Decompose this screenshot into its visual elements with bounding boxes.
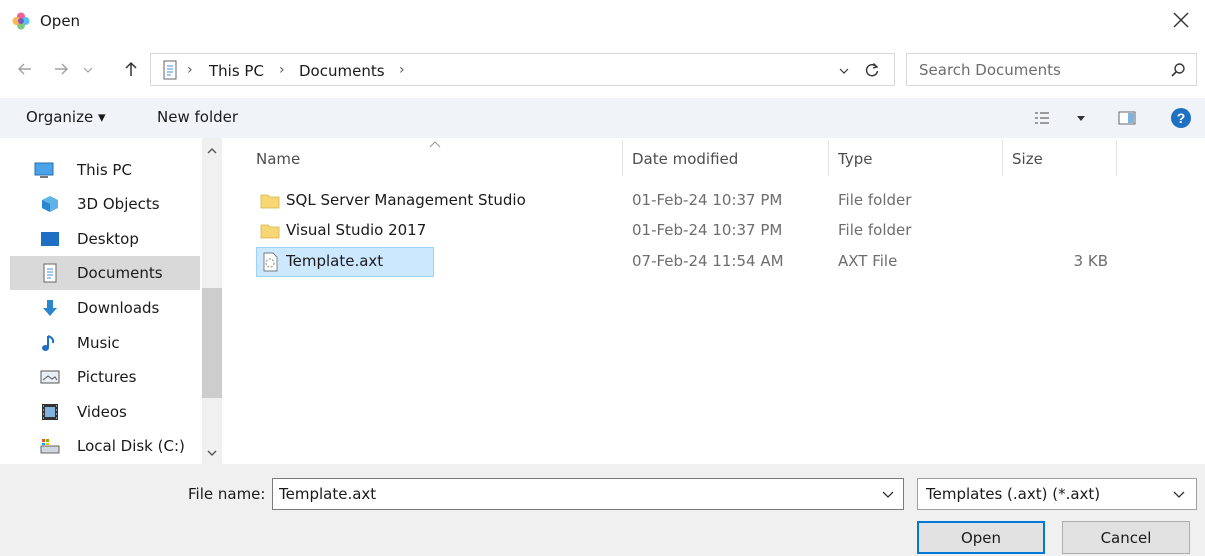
bottom-pane: File name: Templates (.axt) (*.axt) Open… xyxy=(0,464,1205,556)
nav-item-desktop[interactable]: Desktop xyxy=(10,222,200,256)
file-name: Template.axt xyxy=(286,252,384,270)
column-divider[interactable] xyxy=(1002,140,1003,176)
command-toolbar: Organize ▾ New folder ? xyxy=(0,98,1205,138)
nav-item-documents[interactable]: Documents xyxy=(10,256,200,290)
file-row-selected[interactable]: Template.axt 07-Feb-24 11:54 AM AXT File… xyxy=(256,247,1136,277)
breadcrumb-separator: › xyxy=(279,62,285,78)
navigation-pane: This PC 3D Objects Desktop Documents Dow… xyxy=(0,138,222,464)
view-details-icon[interactable] xyxy=(1034,110,1050,126)
drive-icon xyxy=(40,439,60,454)
nav-item-local-disk[interactable]: Local Disk (C:) xyxy=(10,429,200,463)
file-date: 01-Feb-24 10:37 PM xyxy=(632,221,783,239)
up-arrow-icon[interactable] xyxy=(122,60,140,78)
nav-scrollbar-thumb[interactable] xyxy=(202,288,222,398)
open-button[interactable]: Open xyxy=(917,521,1045,554)
nav-item-downloads[interactable]: Downloads xyxy=(10,291,200,325)
nav-item-videos[interactable]: Videos xyxy=(10,395,200,429)
nav-item-music[interactable]: Music xyxy=(10,326,200,360)
file-type: File folder xyxy=(838,191,912,209)
nav-item-label: Local Disk (C:) xyxy=(77,437,185,455)
nav-item-pictures[interactable]: Pictures xyxy=(10,360,200,394)
back-arrow-icon[interactable] xyxy=(16,60,34,78)
search-input[interactable]: Search Documents xyxy=(906,53,1197,86)
window-title: Open xyxy=(40,12,81,30)
address-row: › This PC › Documents › Search Documents xyxy=(0,50,1205,90)
help-icon[interactable]: ? xyxy=(1170,107,1192,129)
filter-dropdown-chevron-icon xyxy=(1173,491,1185,498)
column-header-type[interactable]: Type xyxy=(838,150,872,168)
file-row[interactable]: Visual Studio 2017 01-Feb-24 10:37 PM Fi… xyxy=(256,216,1136,246)
file-type-filter-label: Templates (.axt) (*.axt) xyxy=(926,485,1101,503)
nav-item-label: Downloads xyxy=(77,299,160,317)
breadcrumb-this-pc[interactable]: This PC xyxy=(209,62,264,80)
nav-item-label: Pictures xyxy=(77,368,137,386)
svg-text:?: ? xyxy=(1177,110,1186,126)
nav-item-label: 3D Objects xyxy=(77,195,160,213)
nav-item-label: Desktop xyxy=(77,230,139,248)
title-bar: Open xyxy=(0,0,1205,42)
file-size: 3 KB xyxy=(1073,252,1108,270)
refresh-icon[interactable] xyxy=(863,61,881,79)
file-type: AXT File xyxy=(838,252,898,270)
close-icon[interactable] xyxy=(1169,8,1193,32)
nav-item-this-pc[interactable]: This PC xyxy=(10,153,200,187)
nav-item-label: Music xyxy=(77,334,120,352)
computer-icon xyxy=(34,162,54,178)
scroll-up-chevron-icon[interactable] xyxy=(206,146,218,156)
breadcrumb-separator: › xyxy=(399,62,405,78)
folder-icon xyxy=(260,224,280,239)
file-type: File folder xyxy=(838,221,912,239)
new-folder-button[interactable]: New folder xyxy=(157,108,238,126)
search-icon[interactable] xyxy=(1170,62,1186,78)
cube-icon xyxy=(42,196,58,212)
file-name-dropdown-chevron-icon[interactable] xyxy=(878,484,898,504)
folder-icon xyxy=(260,194,280,209)
film-icon xyxy=(42,404,58,420)
documents-icon xyxy=(43,263,57,283)
breadcrumb-separator: › xyxy=(187,62,193,78)
breadcrumb-documents[interactable]: Documents xyxy=(299,62,385,80)
app-logo-icon xyxy=(12,12,30,30)
nav-item-3d-objects[interactable]: 3D Objects xyxy=(10,187,200,221)
column-header-size[interactable]: Size xyxy=(1012,150,1043,168)
cancel-button[interactable]: Cancel xyxy=(1062,521,1190,554)
file-row[interactable]: SQL Server Management Studio 01-Feb-24 1… xyxy=(256,186,1136,216)
documents-location-icon xyxy=(163,60,177,80)
file-date: 07-Feb-24 11:54 AM xyxy=(632,252,784,270)
file-name-input[interactable] xyxy=(272,478,904,510)
file-date: 01-Feb-24 10:37 PM xyxy=(632,191,783,209)
nav-item-label: This PC xyxy=(77,161,132,179)
pictures-icon xyxy=(40,370,60,384)
file-list: Name Date modified Type Size SQL Server … xyxy=(222,138,1205,464)
address-dropdown-chevron-icon[interactable] xyxy=(838,65,850,77)
column-header-date-modified[interactable]: Date modified xyxy=(632,150,738,168)
preview-pane-icon[interactable] xyxy=(1118,110,1136,126)
scroll-down-chevron-icon[interactable] xyxy=(206,448,218,458)
sort-ascending-chevron-icon xyxy=(429,141,441,148)
download-arrow-icon xyxy=(43,300,57,316)
forward-arrow-icon[interactable] xyxy=(52,60,70,78)
file-type-filter-select[interactable]: Templates (.axt) (*.axt) xyxy=(917,478,1197,510)
column-divider[interactable] xyxy=(828,140,829,176)
organize-button[interactable]: Organize ▾ xyxy=(26,108,106,126)
recent-locations-chevron-icon[interactable] xyxy=(82,64,94,76)
file-name: SQL Server Management Studio xyxy=(286,191,526,209)
view-options-chevron-icon[interactable] xyxy=(1076,113,1086,123)
address-bar[interactable]: › This PC › Documents › xyxy=(150,53,895,86)
nav-item-label: Documents xyxy=(77,264,163,282)
file-name-label: File name: xyxy=(188,485,266,503)
music-note-icon xyxy=(42,335,55,351)
search-placeholder: Search Documents xyxy=(919,61,1061,79)
file-name: Visual Studio 2017 xyxy=(286,221,427,239)
desktop-icon xyxy=(41,232,59,246)
nav-item-label: Videos xyxy=(77,403,127,421)
column-divider[interactable] xyxy=(1116,140,1117,176)
column-divider[interactable] xyxy=(622,140,623,176)
column-header-name[interactable]: Name xyxy=(256,150,300,168)
file-icon xyxy=(263,252,278,272)
